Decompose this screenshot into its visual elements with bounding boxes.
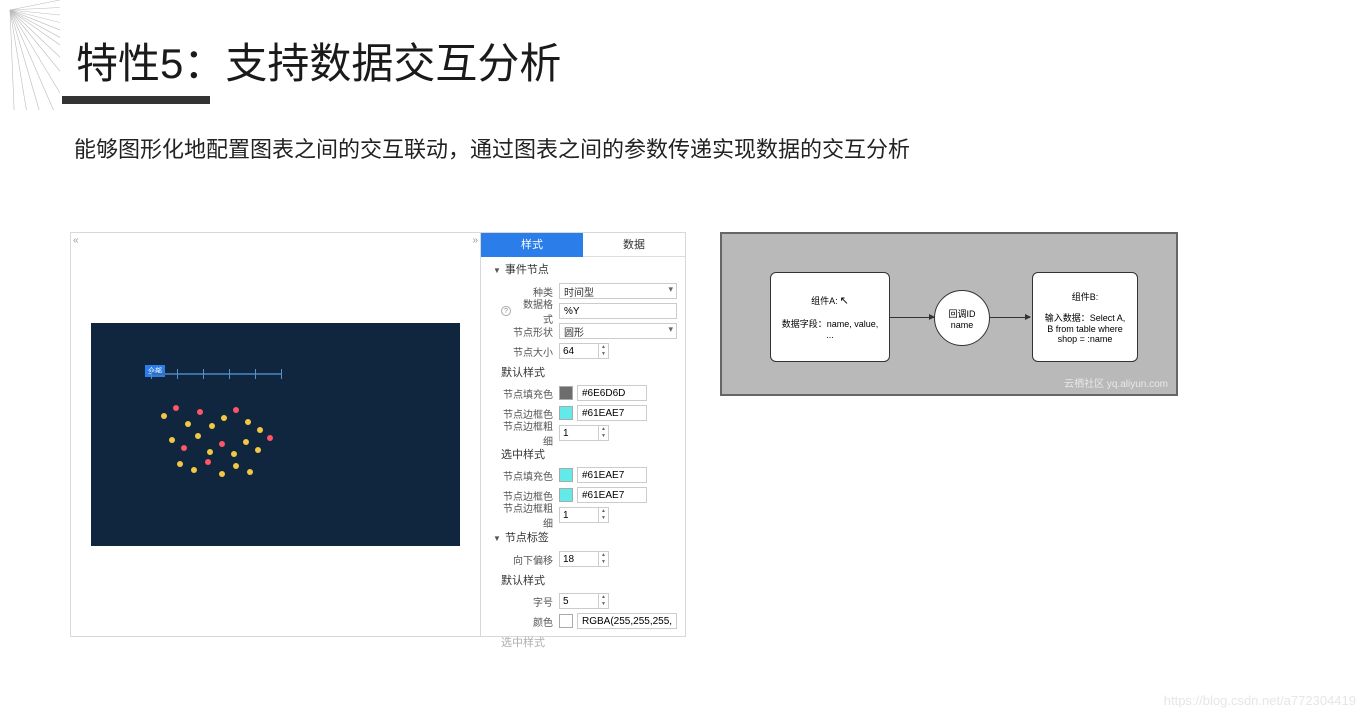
collapse-left-icon[interactable]: «	[73, 235, 79, 246]
offset-spinner[interactable]: ▲▼	[599, 551, 609, 567]
fontsize-label: 字号	[501, 594, 559, 609]
row-type: 种类 时间型	[481, 281, 685, 301]
row-label-color: 颜色	[481, 611, 685, 631]
fontsize-spinner[interactable]: ▲▼	[599, 593, 609, 609]
section-event-nodes[interactable]: 事件节点	[481, 257, 685, 281]
circle-bottom: name	[951, 320, 974, 330]
timeline-badge[interactable]: 全部	[145, 365, 165, 377]
dataformat-label: 数据格式	[515, 296, 559, 326]
sbw-spinner[interactable]: ▲▼	[599, 507, 609, 523]
app-screenshot-panel: « » 全部 样式 数据 事件节点 种类 时间型 ? 数据格式	[70, 232, 686, 637]
shape-label: 节点形状	[501, 324, 559, 339]
row-size: 节点大小 ▲▼	[481, 341, 685, 361]
cursor-icon: ↖	[840, 294, 849, 307]
heading-underline	[62, 96, 210, 104]
row-sbw: 节点边框粗细 ▲▼	[481, 505, 685, 525]
slide-subtitle: 能够图形化地配置图表之间的交互联动，通过图表之间的参数传递实现数据的交互分析	[74, 132, 910, 164]
size-input[interactable]	[559, 343, 599, 359]
fill-label: 节点填充色	[501, 386, 559, 401]
settings-tabs: 样式 数据	[481, 233, 685, 257]
settings-panel: 样式 数据 事件节点 种类 时间型 ? 数据格式 节点形状 圆形 节点大小 ▲▼…	[480, 233, 685, 636]
size-spinner[interactable]: ▲▼	[599, 343, 609, 359]
node-b-sub: 输入数据：Select A, B from table where shop =…	[1041, 311, 1129, 344]
map-scatter	[151, 393, 281, 483]
bw-label: 节点边框粗细	[501, 418, 559, 448]
node-a-sub: 数据字段：name, value, ...	[779, 317, 881, 340]
offset-label: 向下偏移	[501, 552, 559, 567]
timeline-slider[interactable]: 全部	[151, 363, 281, 385]
sfill-swatch[interactable]	[559, 468, 573, 482]
row-sfill: 节点填充色	[481, 465, 685, 485]
sbw-label: 节点边框粗细	[501, 500, 559, 530]
diagram-node-b: 组件B: 输入数据：Select A, B from table where s…	[1032, 272, 1138, 362]
bw-input[interactable]	[559, 425, 599, 441]
fill-swatch[interactable]	[559, 386, 573, 400]
watermark: https://blog.csdn.net/a772304419	[1164, 693, 1356, 708]
type-select[interactable]: 时间型	[559, 283, 677, 299]
node-a-title: 组件A:	[811, 294, 838, 307]
dataformat-input[interactable]	[559, 303, 677, 319]
sfill-label: 节点填充色	[501, 468, 559, 483]
row-dataformat: ? 数据格式	[481, 301, 685, 321]
arrow-1	[890, 317, 934, 318]
flow-diagram: 组件A:↖ 数据字段：name, value, ... 回调ID name 组件…	[720, 232, 1178, 396]
sfill-input[interactable]	[577, 467, 647, 483]
label-color-label: 颜色	[501, 614, 559, 629]
decorative-rays	[0, 0, 60, 110]
tab-data[interactable]: 数据	[583, 233, 685, 257]
border-input[interactable]	[577, 405, 647, 421]
diagram-node-callback: 回调ID name	[934, 290, 990, 346]
node-b-title: 组件B:	[1072, 290, 1099, 303]
timeline-track	[151, 373, 281, 375]
label-default-style-head: 默认样式	[481, 569, 685, 591]
chart-canvas[interactable]: 全部	[91, 323, 460, 546]
tab-style[interactable]: 样式	[481, 233, 583, 257]
size-label: 节点大小	[501, 344, 559, 359]
slide-heading: 特性5：支持数据交互分析	[76, 30, 561, 91]
collapse-right-icon[interactable]: »	[472, 235, 478, 246]
diagram-credit: 云栖社区 yq.aliyun.com	[1064, 375, 1168, 390]
fontsize-input[interactable]	[559, 593, 599, 609]
arrow-2	[990, 317, 1030, 318]
default-style-head: 默认样式	[481, 361, 685, 383]
sborder-input[interactable]	[577, 487, 647, 503]
help-icon[interactable]: ?	[501, 306, 511, 316]
sbw-input[interactable]	[559, 507, 599, 523]
label-selected-style-head: 选中样式	[481, 631, 685, 653]
label-color-swatch[interactable]	[559, 614, 573, 628]
row-shape: 节点形状 圆形	[481, 321, 685, 341]
fill-input[interactable]	[577, 385, 647, 401]
section-node-label[interactable]: 节点标签	[481, 525, 685, 549]
row-offset: 向下偏移 ▲▼	[481, 549, 685, 569]
selected-style-head: 选中样式	[481, 443, 685, 465]
row-borderwidth: 节点边框粗细 ▲▼	[481, 423, 685, 443]
row-fontsize: 字号 ▲▼	[481, 591, 685, 611]
circle-top: 回调ID	[948, 307, 975, 320]
sborder-swatch[interactable]	[559, 488, 573, 502]
offset-input[interactable]	[559, 551, 599, 567]
row-fill: 节点填充色	[481, 383, 685, 403]
shape-select[interactable]: 圆形	[559, 323, 677, 339]
bw-spinner[interactable]: ▲▼	[599, 425, 609, 441]
canvas-area: « » 全部	[71, 233, 480, 636]
border-swatch[interactable]	[559, 406, 573, 420]
label-color-input[interactable]	[577, 613, 677, 629]
diagram-node-a: 组件A:↖ 数据字段：name, value, ...	[770, 272, 890, 362]
